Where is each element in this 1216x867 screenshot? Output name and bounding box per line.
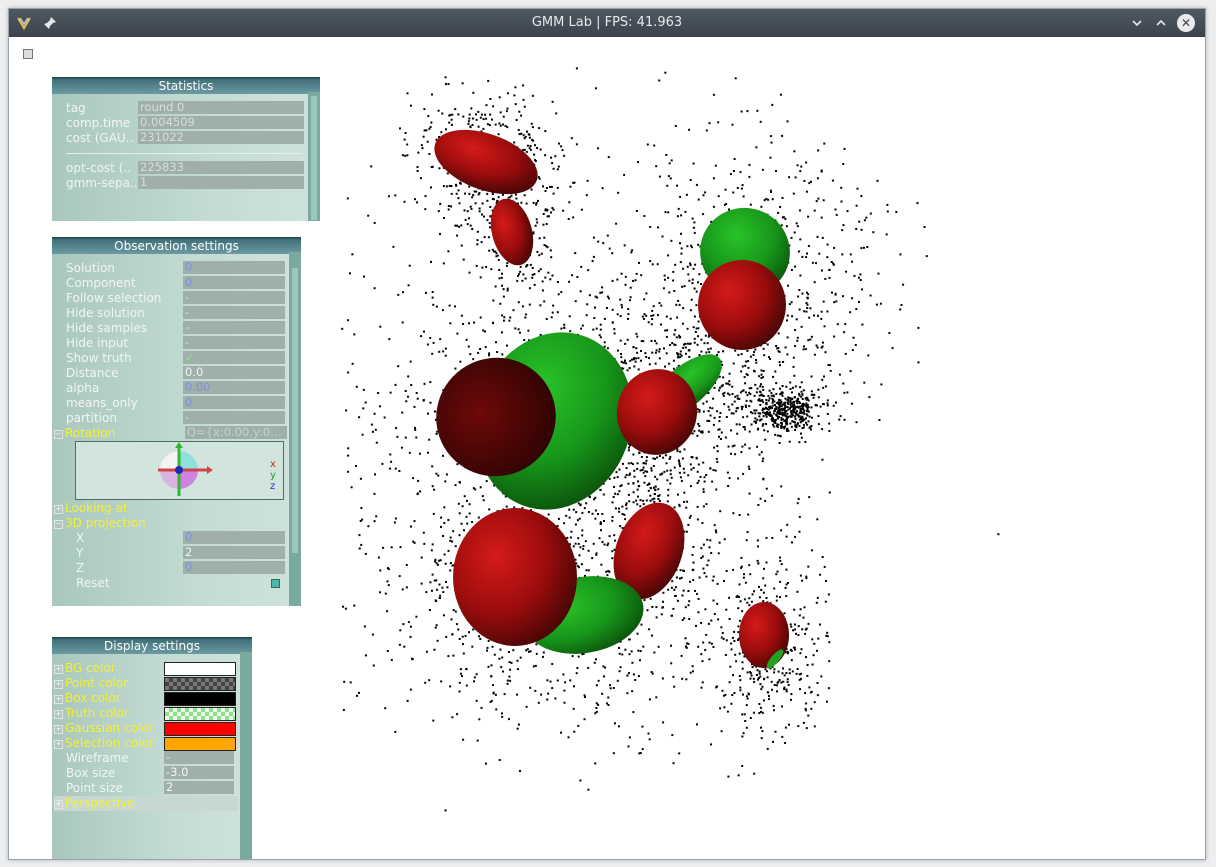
- stat-row-cost: cost (GAU.. 231022: [52, 131, 308, 146]
- expand-icon[interactable]: +: [54, 665, 63, 674]
- color-swatch[interactable]: [164, 692, 236, 706]
- expand-icon[interactable]: +: [54, 725, 63, 734]
- color-row-bg-color[interactable]: + BG color: [54, 661, 240, 676]
- color-row-gaussian-color[interactable]: + Gaussian color: [54, 721, 240, 736]
- collapse-icon[interactable]: −: [54, 520, 63, 529]
- display-scrollbar[interactable]: [240, 652, 252, 859]
- gaussian-lower-left: [453, 508, 577, 646]
- obs-row-distance[interactable]: Distance 0.0: [52, 366, 288, 381]
- color-swatch[interactable]: [164, 662, 236, 676]
- obs-row-show-truth[interactable]: Show truth ✓: [52, 351, 288, 366]
- obs-row-component[interactable]: Component 0: [52, 276, 288, 291]
- color-swatch[interactable]: [164, 737, 236, 751]
- obs-row-follow-selection[interactable]: Follow selection -: [52, 291, 288, 306]
- statistics-scrollbar[interactable]: [308, 92, 320, 221]
- gaussian-bottom-right: [739, 602, 789, 668]
- color-row-selection-color[interactable]: + Selection color: [54, 736, 240, 751]
- window-title: GMM Lab | FPS: 41.963: [531, 15, 683, 30]
- color-swatch[interactable]: [164, 677, 236, 691]
- stat-row-gmm-sepa: gmm-sepa.. 1: [52, 176, 308, 191]
- statistics-panel: Statistics tag round 0 comp.time 0.00450…: [52, 77, 320, 221]
- perspective-row[interactable]: + Perspective: [54, 796, 238, 811]
- expand-icon[interactable]: +: [54, 740, 63, 749]
- projection-z-row[interactable]: Z 0: [52, 561, 288, 576]
- gaussian-top-left: [434, 129, 538, 195]
- stat-row-tag: tag round 0: [52, 101, 308, 116]
- projection-y-row[interactable]: Y 2: [52, 546, 288, 561]
- expand-icon[interactable]: +: [54, 505, 63, 514]
- chevron-up-icon[interactable]: [1151, 13, 1171, 33]
- projection-x-row[interactable]: X 0: [52, 531, 288, 546]
- gaussian-right-top: [698, 260, 786, 350]
- statistics-title[interactable]: Statistics: [52, 77, 320, 94]
- expand-icon[interactable]: +: [54, 680, 63, 689]
- gaussian-ellipsoids: [434, 129, 790, 669]
- observation-panel: Observation settings Solution 0 Component 0…: [52, 237, 301, 606]
- display-row-wireframe[interactable]: Wireframe -: [52, 751, 238, 766]
- obs-row-hide-solution[interactable]: Hide solution -: [52, 306, 288, 321]
- observation-title[interactable]: Observation settings: [52, 237, 301, 254]
- expand-icon[interactable]: +: [54, 710, 63, 719]
- obs-row-hide-samples[interactable]: Hide samples -: [52, 321, 288, 336]
- projection-row[interactable]: −3D projection: [54, 516, 146, 531]
- obs-row-means-only[interactable]: means_only 0: [52, 396, 288, 411]
- display-panel: Display settings + BG color + Point color + B…: [52, 637, 252, 859]
- obs-row-solution[interactable]: Solution 0: [52, 261, 288, 276]
- rotation-widget[interactable]: x y z: [75, 441, 284, 500]
- display-row-box-size[interactable]: Box size -3.0: [52, 766, 238, 781]
- color-row-box-color[interactable]: + Box color: [54, 691, 240, 706]
- obs-row-hide-input[interactable]: Hide input -: [52, 336, 288, 351]
- title-bar: GMM Lab | FPS: 41.963 ✕: [9, 9, 1205, 37]
- color-row-truth-color[interactable]: + Truth color: [54, 706, 240, 721]
- menu-toggle-icon[interactable]: [23, 49, 33, 59]
- stat-row-opt-cost: opt-cost (.. 225833: [52, 161, 308, 176]
- color-swatch[interactable]: [164, 707, 236, 721]
- expand-icon[interactable]: +: [54, 695, 63, 704]
- chevron-down-icon[interactable]: [1127, 13, 1147, 33]
- color-row-point-color[interactable]: + Point color: [54, 676, 240, 691]
- stat-row-comp-time: comp.time 0.004509: [52, 116, 308, 131]
- display-title[interactable]: Display settings: [52, 637, 252, 654]
- gl-viewport[interactable]: Statistics tag round 0 comp.time 0.00450…: [9, 37, 1205, 859]
- looking-at-row[interactable]: + Looking at: [54, 501, 128, 516]
- app-window: GMM Lab | FPS: 41.963 ✕ Statistics tag r…: [8, 8, 1206, 860]
- reset-row[interactable]: Reset: [52, 576, 288, 591]
- obs-row-partition[interactable]: partition -: [52, 411, 288, 426]
- close-icon[interactable]: ✕: [1177, 14, 1195, 32]
- expand-icon[interactable]: +: [54, 800, 63, 809]
- stat-separator: [66, 153, 302, 154]
- reset-button[interactable]: [271, 579, 280, 588]
- display-row-point-size[interactable]: Point size 2: [52, 781, 238, 796]
- rotation-row[interactable]: − Rotation Q={x:0.00,y:0...: [54, 426, 288, 441]
- obs-row-alpha[interactable]: alpha 0.00: [52, 381, 288, 396]
- gaussian-small-top: [490, 198, 534, 266]
- color-swatch[interactable]: [164, 722, 236, 736]
- collapse-icon[interactable]: −: [54, 430, 63, 439]
- observation-scrollbar[interactable]: [289, 252, 301, 606]
